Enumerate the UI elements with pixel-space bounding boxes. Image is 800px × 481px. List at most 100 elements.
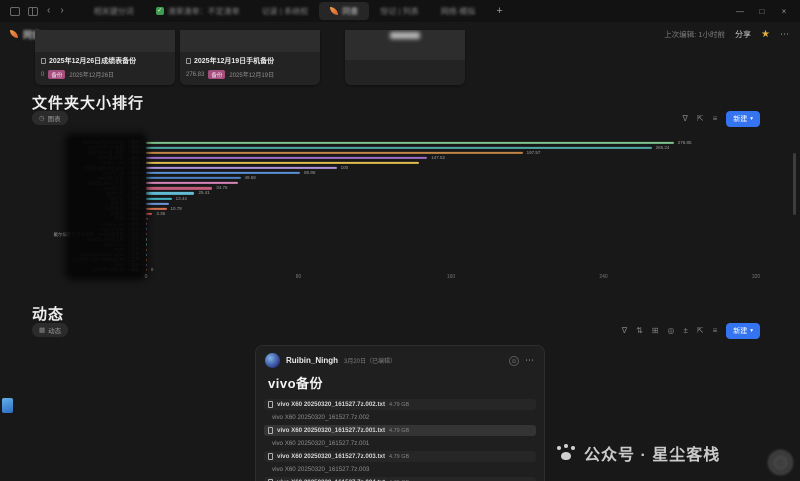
stamp-logo bbox=[768, 450, 793, 475]
tab-item[interactable]: 相关键分词 bbox=[83, 2, 145, 20]
chart-bar bbox=[146, 223, 147, 225]
feed-view-pill[interactable]: ▦ 动态 bbox=[32, 323, 68, 337]
document-icon bbox=[186, 58, 191, 65]
new-button-label: 新建 bbox=[733, 114, 747, 124]
x-axis-tick: 160 bbox=[447, 274, 455, 280]
file-size: 4.79 GB bbox=[389, 402, 409, 408]
back-icon[interactable]: ‹ bbox=[47, 6, 50, 16]
more-options-icon[interactable]: ⋯ bbox=[780, 29, 790, 40]
tab-item[interactable]: 记录 | 系统权 bbox=[251, 2, 320, 20]
file-name: vivo X60 20250320_161527.7z.001 bbox=[272, 440, 369, 447]
star-icon[interactable]: ★ bbox=[761, 29, 770, 40]
document-card[interactable]: 2025年12月26日成绩表备份0备份2025年12月26日 bbox=[35, 30, 175, 85]
filter-icon[interactable]: ∇ bbox=[683, 115, 688, 123]
attachment-row[interactable]: vivo X60 20250320_161527.7z.004.txt4.79 … bbox=[264, 477, 536, 481]
post-more-icon[interactable]: ⋯ bbox=[525, 355, 535, 366]
card-cover bbox=[345, 30, 465, 60]
sidebar-toggle-icon[interactable] bbox=[10, 7, 20, 16]
new-button[interactable]: 新建▾ bbox=[726, 111, 760, 127]
card-title-text: 2025年12月26日成绩表备份 bbox=[49, 56, 136, 66]
tab-label: 记录 | 系统权 bbox=[262, 6, 309, 17]
close-button[interactable]: × bbox=[774, 7, 794, 16]
group-icon[interactable]: ⊞ bbox=[652, 327, 659, 335]
chart-section-title: 文件夹大小排行 bbox=[32, 92, 144, 113]
minimize-button[interactable]: — bbox=[730, 7, 750, 16]
document-card[interactable]: 2025年12月19日手机备份276.83备份2025年12月19日 bbox=[180, 30, 320, 85]
green-check-icon: ✓ bbox=[156, 7, 164, 15]
chart-bar bbox=[146, 147, 652, 149]
avatar[interactable] bbox=[265, 353, 280, 368]
file-icon bbox=[268, 427, 273, 434]
chart-bar bbox=[146, 182, 238, 184]
last-edited-label: 上次编辑: 1小时前 bbox=[664, 29, 725, 40]
window-tab-bar: ‹ › 相关键分词✓清荣清单：不定清单记录 | 系统权 同查 惊记 | 列表网络·模… bbox=[0, 0, 800, 22]
chart-bar bbox=[146, 208, 167, 210]
zoom-icon[interactable]: ± bbox=[683, 327, 687, 335]
card-badge: 备份 bbox=[48, 70, 65, 79]
maximize-button[interactable]: □ bbox=[752, 7, 772, 16]
chart-value-label: 0 bbox=[151, 268, 154, 273]
chart-bar bbox=[146, 162, 419, 164]
x-axis-tick: 80 bbox=[296, 274, 302, 280]
file-name: vivo X60 20250320_161527.7z.001.txt bbox=[277, 427, 385, 434]
menu-icon[interactable]: ≡ bbox=[713, 115, 718, 123]
tab-item[interactable]: ✓清荣清单：不定清单 bbox=[145, 2, 251, 20]
tab-item[interactable]: 惊记 | 列表 bbox=[369, 2, 430, 20]
new-button[interactable]: 新建▾ bbox=[726, 323, 760, 339]
tab-active[interactable]: 同查 bbox=[319, 2, 369, 20]
chart-bar bbox=[146, 152, 523, 154]
forward-icon[interactable]: › bbox=[60, 6, 63, 16]
card-body: 2025年12月19日手机备份276.83备份2025年12月19日 bbox=[180, 52, 320, 79]
x-axis-tick: 240 bbox=[599, 274, 607, 280]
tab-label: 同查 bbox=[342, 6, 358, 17]
chevron-down-icon: ▾ bbox=[750, 328, 753, 334]
attachment-row[interactable]: vivo X60 20250320_161527.7z.002.txt4.79 … bbox=[264, 399, 536, 410]
chart-bar bbox=[146, 213, 152, 215]
document-card[interactable] bbox=[345, 30, 465, 85]
expand-icon[interactable]: ⇱ bbox=[697, 115, 704, 123]
filter-icon[interactable]: ∇ bbox=[622, 327, 627, 335]
chart-x-axis: 080160240320 bbox=[146, 274, 756, 284]
file-text-row[interactable]: vivo X60 20250320_161527.7z.001 bbox=[268, 438, 536, 449]
blurred-logo bbox=[390, 32, 420, 39]
x-axis-tick: 320 bbox=[752, 274, 760, 280]
card-title: 2025年12月26日成绩表备份 bbox=[41, 56, 169, 66]
card-title: 2025年12月19日手机备份 bbox=[186, 56, 314, 66]
author-name[interactable]: Ruibin_Ningh bbox=[286, 356, 338, 365]
feed-post-card: Ruibin_Ningh 3月20日（已编辑） ☺ ⋯ vivo备份 vivo … bbox=[255, 345, 545, 481]
search-icon[interactable]: ◎ bbox=[667, 327, 674, 335]
chart-bar bbox=[146, 243, 147, 245]
card-badge: 备份 bbox=[208, 70, 225, 79]
new-tab-button[interactable]: + bbox=[486, 5, 512, 17]
file-text-row[interactable]: vivo X60 20250320_161527.7z.003 bbox=[268, 464, 536, 475]
post-timestamp: 3月20日（已编辑） bbox=[344, 356, 396, 365]
card-title-text: 2025年12月19日手机备份 bbox=[194, 56, 274, 66]
chart-rows: 2025年12月26日手机备份276.852025年2月6日电脑备份265.24… bbox=[40, 140, 756, 272]
panel-layout-icon[interactable] bbox=[28, 7, 38, 16]
menu-icon[interactable]: ≡ bbox=[713, 327, 718, 335]
watermark-text: 公众号 · 星尘客栈 bbox=[584, 441, 720, 465]
tab-item[interactable]: 网络·模拟 bbox=[430, 2, 487, 20]
expand-icon[interactable]: ⇱ bbox=[697, 327, 704, 335]
feed-section-title: 动态 bbox=[32, 303, 64, 324]
chart-bar bbox=[146, 248, 147, 250]
chart-bar bbox=[146, 141, 674, 143]
chart-bar bbox=[146, 228, 147, 230]
sort-icon[interactable]: ⇅ bbox=[636, 327, 643, 335]
window-controls: —□× bbox=[730, 7, 794, 16]
tab-label: 惊记 | 列表 bbox=[380, 6, 419, 17]
share-button[interactable]: 分享 bbox=[735, 29, 751, 40]
attachment-row[interactable]: vivo X60 20250320_161527.7z.003.txt4.79 … bbox=[264, 451, 536, 462]
docked-app-icon[interactable] bbox=[2, 398, 13, 413]
chart-view-pill[interactable]: ◷ 图表 bbox=[32, 111, 68, 125]
chart-bar bbox=[146, 233, 147, 235]
clock-icon: ◷ bbox=[39, 114, 45, 122]
file-text-row[interactable]: vivo X60 20250320_161527.7z.002 bbox=[268, 412, 536, 423]
attachment-row[interactable]: vivo X60 20250320_161527.7z.001.txt4.79 … bbox=[264, 425, 536, 436]
card-date: 2025年12月19日 bbox=[229, 70, 274, 79]
chart-bar bbox=[146, 264, 147, 266]
chart-bar bbox=[146, 192, 194, 194]
add-reaction-icon[interactable]: ☺ bbox=[509, 356, 519, 366]
scrollbar-thumb[interactable] bbox=[793, 153, 796, 215]
watermark: 公众号 · 星尘客栈 bbox=[556, 441, 720, 465]
